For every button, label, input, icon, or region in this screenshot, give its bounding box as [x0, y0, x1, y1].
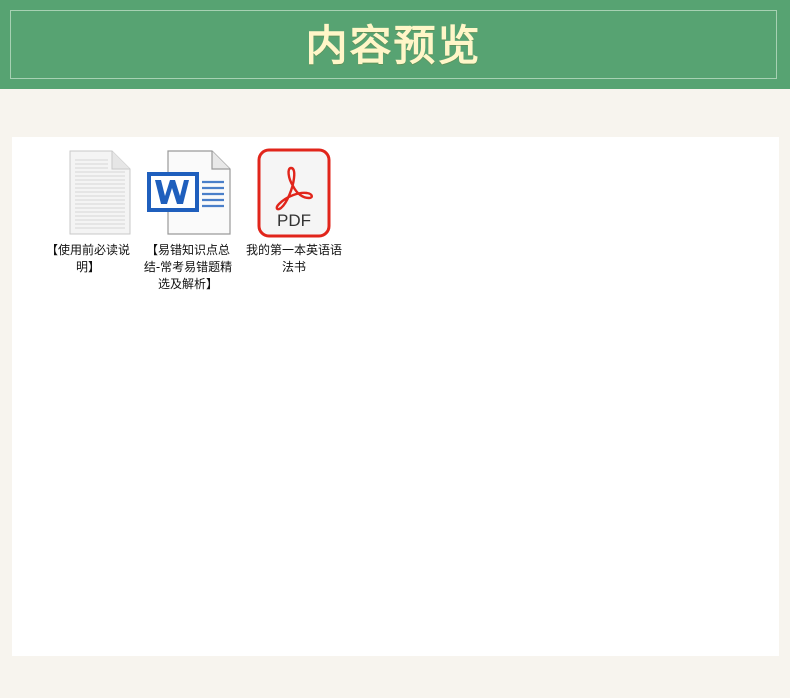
text-document-icon	[34, 149, 142, 241]
pdf-document-icon: PDF	[240, 148, 348, 241]
svg-text:PDF: PDF	[277, 211, 311, 230]
file-item-usage-notes[interactable]: 【使用前必读说明】	[34, 149, 142, 276]
header-frame: 内容预览	[10, 10, 777, 79]
file-item-english-grammar-book[interactable]: PDF 我的第一本英语语法书	[240, 148, 348, 276]
page-title: 内容预览	[305, 20, 482, 70]
file-preview-panel: 【使用前必读说明】 【易错知识点总结-常考易错题精选及解析】 PDF 我的第一本…	[12, 137, 779, 656]
page-header: 内容预览	[0, 0, 790, 89]
file-name: 我的第一本英语语法书	[245, 243, 342, 274]
file-name: 【易错知识点总结-常考易错题精选及解析】	[143, 243, 233, 291]
file-item-error-summary[interactable]: 【易错知识点总结-常考易错题精选及解析】	[134, 149, 242, 293]
word-document-icon	[134, 149, 242, 241]
file-name: 【使用前必读说明】	[45, 243, 130, 274]
